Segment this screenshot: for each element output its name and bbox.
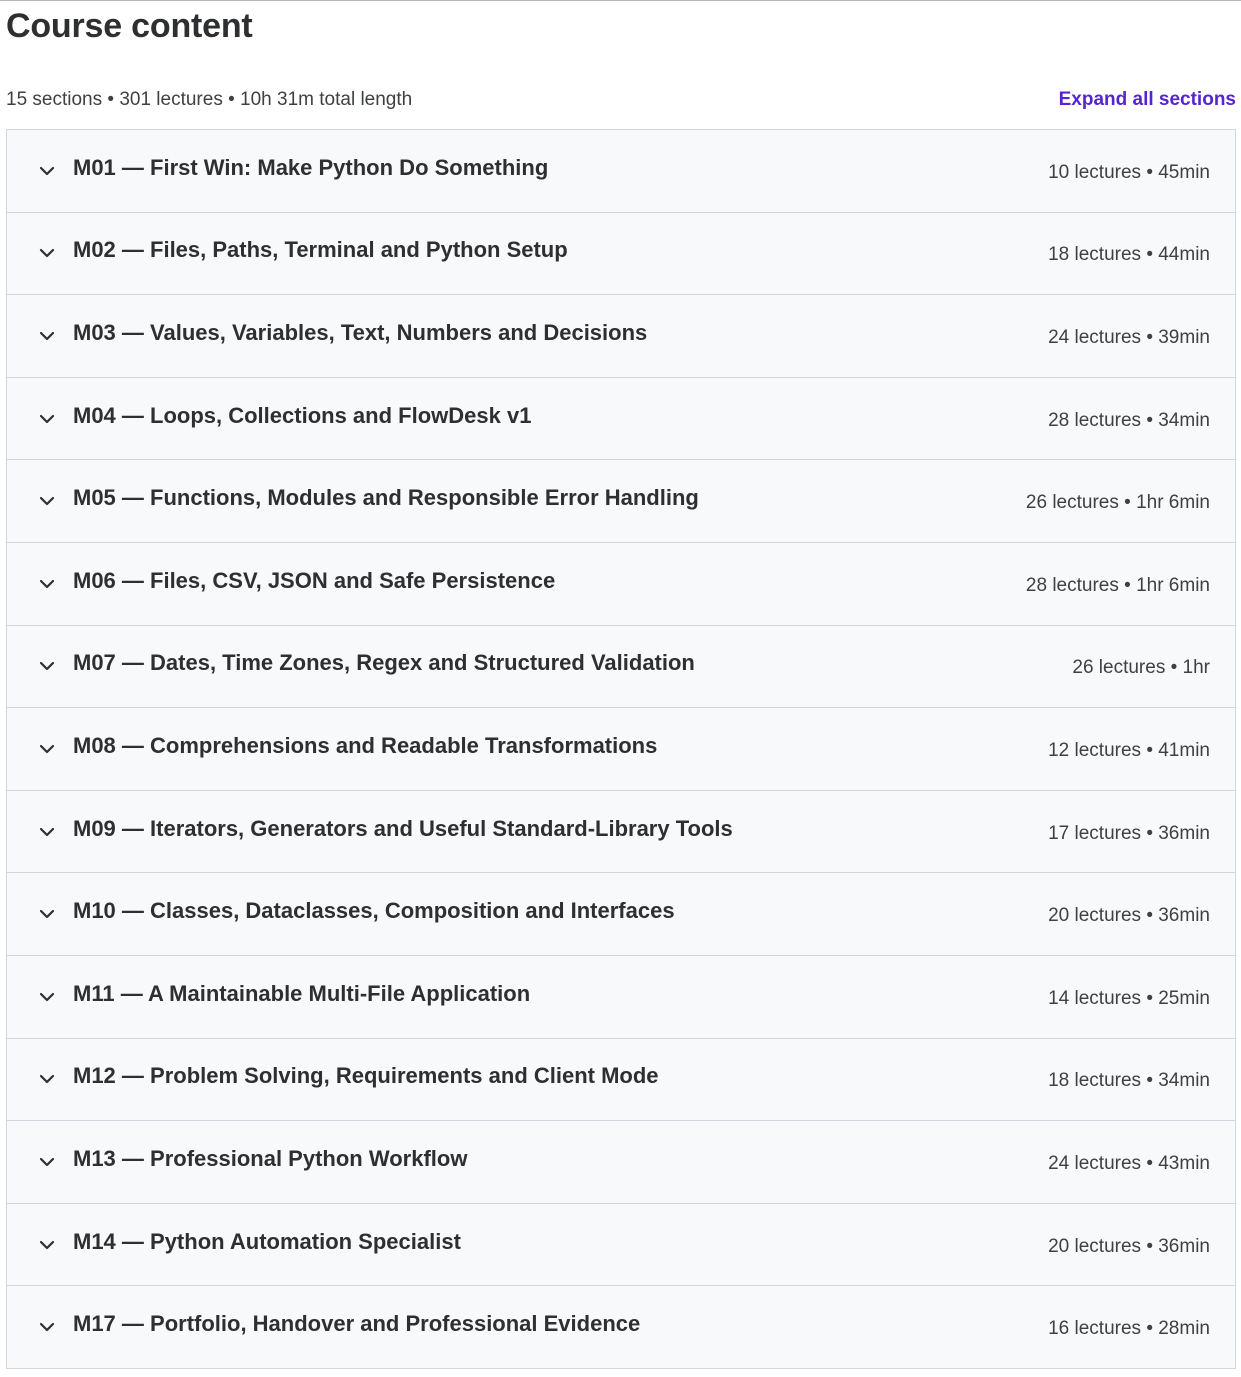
course-summary: 15 sections • 301 lectures • 10h 31m tot… (6, 89, 413, 110)
section-title: M10 — Classes, Dataclasses, Composition … (73, 898, 675, 924)
section-row[interactable]: M09 — Iterators, Generators and Useful S… (7, 790, 1235, 874)
section-meta: 26 lectures • 1hr 6min (1025, 492, 1210, 514)
section-row[interactable]: M13 — Professional Python Workflow 24 le… (7, 1121, 1235, 1204)
section-row[interactable]: M12 — Problem Solving, Requirements and … (7, 1038, 1235, 1122)
chevron-down-icon[interactable] (38, 492, 56, 510)
expand-all-sections-button[interactable]: Expand all sections (1059, 89, 1236, 111)
section-title: M01 — First Win: Make Python Do Somethin… (73, 154, 549, 180)
section-row[interactable]: M07 — Dates, Time Zones, Regex and Struc… (7, 625, 1235, 709)
section-meta: 10 lectures • 45min (1048, 161, 1210, 183)
section-meta: 28 lectures • 1hr 6min (1025, 574, 1210, 596)
section-meta: 18 lectures • 44min (1048, 244, 1210, 266)
section-title: M03 — Values, Variables, Text, Numbers a… (73, 319, 648, 345)
section-meta: 28 lectures • 34min (1048, 409, 1210, 431)
section-meta: 16 lectures • 28min (1048, 1318, 1210, 1340)
section-row[interactable]: M02 — Files, Paths, Terminal and Python … (7, 212, 1235, 296)
section-row[interactable]: M01 — First Win: Make Python Do Somethin… (7, 130, 1235, 213)
section-title: M14 — Python Automation Specialist (73, 1228, 461, 1254)
chevron-down-icon[interactable] (38, 410, 56, 428)
chevron-down-icon[interactable] (38, 575, 56, 593)
section-row[interactable]: M17 — Portfolio, Handover and Profession… (7, 1286, 1235, 1369)
chevron-down-icon[interactable] (38, 244, 56, 262)
chevron-down-icon[interactable] (38, 1070, 56, 1088)
chevron-down-icon[interactable] (38, 162, 56, 180)
chevron-down-icon[interactable] (38, 327, 56, 345)
section-title: M07 — Dates, Time Zones, Regex and Struc… (73, 650, 695, 676)
section-meta: 26 lectures • 1hr (1072, 657, 1210, 679)
section-meta: 12 lectures • 41min (1048, 739, 1210, 761)
section-row[interactable]: M05 — Functions, Modules and Responsible… (7, 460, 1235, 543)
section-meta: 20 lectures • 36min (1048, 905, 1210, 927)
section-meta: 18 lectures • 34min (1048, 1070, 1210, 1092)
page-title: Course content (6, 7, 253, 45)
section-row[interactable]: M08 — Comprehensions and Readable Transf… (7, 708, 1235, 791)
section-meta: 17 lectures • 36min (1048, 822, 1210, 844)
section-title: M05 — Functions, Modules and Responsible… (73, 485, 699, 511)
section-meta: 24 lectures • 43min (1048, 1152, 1210, 1174)
course-summary-row: 15 sections • 301 lectures • 10h 31m tot… (6, 86, 1236, 114)
section-row[interactable]: M10 — Classes, Dataclasses, Composition … (7, 873, 1235, 956)
chevron-down-icon[interactable] (38, 823, 56, 841)
chevron-down-icon[interactable] (38, 1153, 56, 1171)
chevron-down-icon[interactable] (38, 905, 56, 923)
section-meta: 14 lectures • 25min (1048, 987, 1210, 1009)
section-meta: 24 lectures • 39min (1048, 326, 1210, 348)
chevron-down-icon[interactable] (38, 988, 56, 1006)
section-row[interactable]: M11 — A Maintainable Multi-File Applicat… (7, 955, 1235, 1039)
section-title: M17 — Portfolio, Handover and Profession… (73, 1311, 641, 1337)
section-title: M06 — Files, CSV, JSON and Safe Persiste… (73, 567, 556, 593)
section-title: M02 — Files, Paths, Terminal and Python … (73, 237, 568, 263)
top-divider (0, 0, 1241, 1)
section-row[interactable]: M03 — Values, Variables, Text, Numbers a… (7, 295, 1235, 378)
section-title: M08 — Comprehensions and Readable Transf… (73, 732, 658, 758)
sections-accordion: M01 — First Win: Make Python Do Somethin… (6, 129, 1236, 1369)
chevron-down-icon[interactable] (38, 740, 56, 758)
section-title: M11 — A Maintainable Multi-File Applicat… (73, 980, 531, 1006)
section-meta: 20 lectures • 36min (1048, 1235, 1210, 1257)
section-row[interactable]: M04 — Loops, Collections and FlowDesk v1… (7, 377, 1235, 461)
section-row[interactable]: M06 — Files, CSV, JSON and Safe Persiste… (7, 542, 1235, 626)
section-title: M12 — Problem Solving, Requirements and … (73, 1063, 659, 1089)
chevron-down-icon[interactable] (38, 657, 56, 675)
chevron-down-icon[interactable] (38, 1318, 56, 1336)
chevron-down-icon[interactable] (38, 1236, 56, 1254)
section-title: M04 — Loops, Collections and FlowDesk v1 (73, 402, 532, 428)
section-row[interactable]: M14 — Python Automation Specialist 20 le… (7, 1203, 1235, 1287)
section-title: M09 — Iterators, Generators and Useful S… (73, 815, 733, 841)
section-title: M13 — Professional Python Workflow (73, 1145, 468, 1171)
